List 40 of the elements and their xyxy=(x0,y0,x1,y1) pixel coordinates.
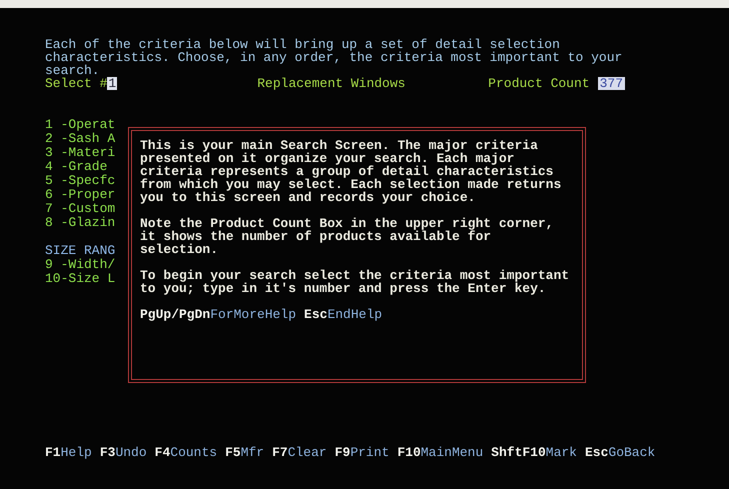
help-text-line: Note the Product Count Box in the upper right corner, xyxy=(140,217,554,230)
criteria-option[interactable]: 7 -Custom xyxy=(45,202,116,215)
help-text-line: it shows the number of products available for xyxy=(140,230,492,243)
criteria-option[interactable]: 9 -Width/ xyxy=(45,258,116,271)
product-count-box: 377 xyxy=(598,77,625,90)
help-key[interactable]: PgUp/PgDnForMoreHelp xyxy=(140,308,296,321)
product-count-label: Product Count xyxy=(488,77,590,90)
criteria-option[interactable]: 4 -Grade xyxy=(45,160,108,173)
help-text-line: selection. xyxy=(140,243,218,256)
help-text-line: to you; type in it's number and press the Enter key. xyxy=(140,282,546,295)
intro-line: characteristics. Choose, in any order, the criteria most important to your xyxy=(45,51,622,64)
screen-title: Replacement Windows xyxy=(257,77,406,90)
criteria-option[interactable]: 2 -Sash A xyxy=(45,132,116,145)
intro-line: Each of the criteria below will bring up a set of detail selection xyxy=(45,38,560,51)
section-heading: SIZE RANG xyxy=(45,244,116,257)
function-key[interactable]: F4Counts xyxy=(154,446,218,459)
function-key[interactable]: EscGoBack xyxy=(585,446,656,459)
help-text-line: To begin your search select the criteria most important xyxy=(140,269,570,282)
function-key[interactable]: F9Print xyxy=(334,446,390,459)
criteria-option[interactable]: 8 -Glazin xyxy=(45,216,116,229)
help-text-line: criteria represents a group of detail characteristics xyxy=(140,165,554,178)
function-key[interactable]: F3Undo xyxy=(100,446,147,459)
select-label: Select # xyxy=(45,77,108,90)
function-key[interactable]: F7Clear xyxy=(272,446,327,459)
help-text-line: This is your main Search Screen. The major criteria xyxy=(140,139,538,152)
function-key[interactable]: ShftF10Mark xyxy=(491,446,577,459)
function-key[interactable]: F5Mfr xyxy=(225,446,264,459)
criteria-option[interactable]: 5 -Specfc xyxy=(45,174,116,187)
criteria-option[interactable]: 3 -Materi xyxy=(45,146,116,159)
criteria-option[interactable]: 10-Size L xyxy=(45,272,116,285)
help-text-line: you to this screen and records your choice. xyxy=(140,191,476,204)
function-key[interactable]: F1Help xyxy=(45,446,92,459)
select-field[interactable]: 1 xyxy=(107,77,118,90)
help-text-line: from which you may select. Each selection made returns xyxy=(140,178,562,191)
help-text-line: presented on it organize your search. Each major xyxy=(140,152,514,165)
help-key[interactable]: EscEndHelp xyxy=(304,308,382,321)
function-key[interactable]: F10MainMenu xyxy=(397,446,484,459)
criteria-option[interactable]: 6 -Proper xyxy=(45,188,116,201)
criteria-option[interactable]: 1 -Operat xyxy=(45,118,116,131)
intro-line: search. xyxy=(45,64,100,77)
